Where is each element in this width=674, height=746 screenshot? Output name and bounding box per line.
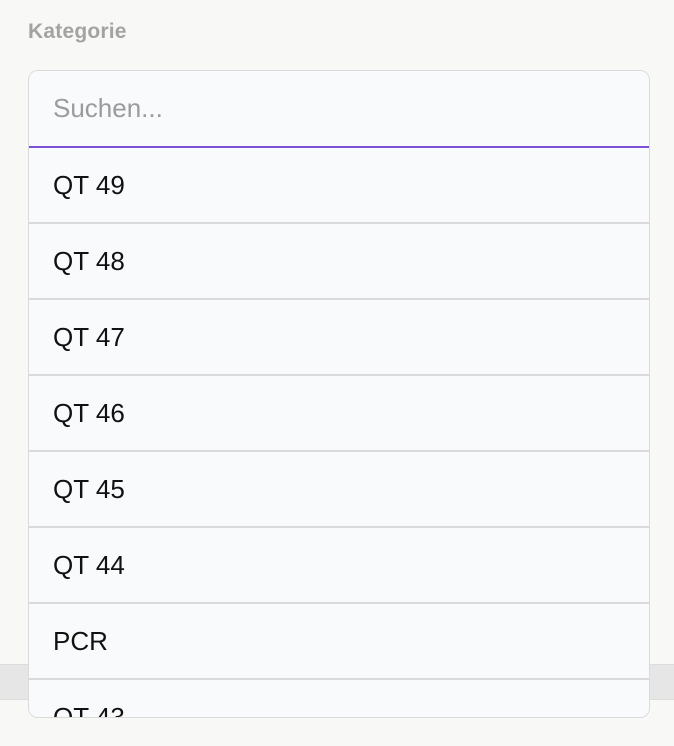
- option-label: QT 47: [53, 321, 125, 352]
- option-label: QT 43: [53, 701, 125, 718]
- option-qt-43[interactable]: QT 43: [29, 680, 649, 718]
- option-qt-47[interactable]: QT 47: [29, 300, 649, 376]
- option-qt-44[interactable]: QT 44: [29, 528, 649, 604]
- options-list: QT 49 QT 48 QT 47 QT 46 QT 45 QT 44 PCR …: [29, 148, 649, 718]
- option-label: QT 46: [53, 397, 125, 428]
- option-pcr[interactable]: PCR: [29, 604, 649, 680]
- option-label: QT 49: [53, 169, 125, 200]
- option-label: QT 48: [53, 245, 125, 276]
- category-label: Kategorie: [28, 20, 127, 43]
- option-qt-48[interactable]: QT 48: [29, 224, 649, 300]
- option-label: QT 44: [53, 549, 125, 580]
- option-qt-46[interactable]: QT 46: [29, 376, 649, 452]
- category-dropdown: QT 49 QT 48 QT 47 QT 46 QT 45 QT 44 PCR …: [28, 70, 650, 718]
- option-label: PCR: [53, 625, 108, 656]
- option-qt-49[interactable]: QT 49: [29, 148, 649, 224]
- search-input[interactable]: [29, 71, 649, 148]
- option-qt-45[interactable]: QT 45: [29, 452, 649, 528]
- page: Kategorie QT 49 QT 48 QT 47 QT 46 QT 45 …: [0, 0, 674, 746]
- option-label: QT 45: [53, 473, 125, 504]
